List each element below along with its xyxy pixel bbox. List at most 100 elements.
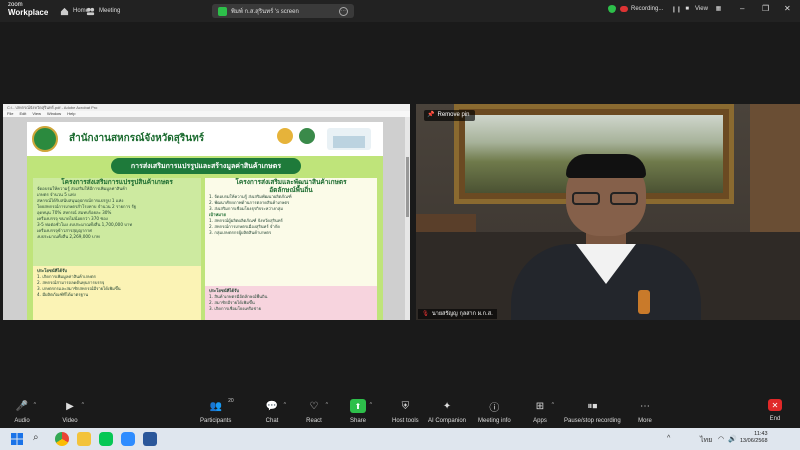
end-call-icon: ✕ <box>768 399 782 411</box>
search-icon[interactable]: ⌕ <box>33 432 39 443</box>
audio-label: Audio <box>14 418 30 424</box>
tray-chevron-icon[interactable]: ^ <box>667 435 670 442</box>
ai-companion-button[interactable]: ✦ AI Companion <box>428 399 467 425</box>
minimize-icon[interactable]: – <box>740 4 744 13</box>
share-screen-icon: ⬆ ^ <box>350 399 372 413</box>
participants-count: 20 <box>228 398 234 404</box>
react-caret-icon[interactable]: ^ <box>326 402 328 408</box>
react-button[interactable]: ♡ ^ React <box>306 399 328 425</box>
more-label: More <box>638 418 652 424</box>
participant-video-tile[interactable]: 📌 Remove pin 🎙 นายสรัญญ กุลสาก ผ.ก.ส. <box>416 104 800 320</box>
view-grid-icon: ▦ <box>715 6 722 12</box>
chrome-icon[interactable] <box>55 432 69 446</box>
meeting-icon <box>86 7 95 15</box>
audio-button[interactable]: 🎤 ^ Audio <box>14 399 36 425</box>
home-icon <box>60 7 69 15</box>
participants-icon: 👥 20 <box>209 398 234 412</box>
line-app-icon[interactable] <box>99 432 113 446</box>
host-tools-label: Host tools <box>392 418 419 424</box>
right-target: 3. กลุ่มเกษตรกรผู้ผลิตสินค้าเกษตร <box>209 230 272 235</box>
clock-time: 11:43 <box>754 431 768 437</box>
view-button[interactable]: View ▦ <box>695 5 721 12</box>
more-options-icon[interactable]: ⋯ <box>338 6 348 16</box>
recording-status[interactable]: Recording... ❙❙ ■ <box>608 5 689 13</box>
share-caret-icon[interactable]: ^ <box>370 402 372 408</box>
file-explorer-icon[interactable] <box>77 432 91 446</box>
tab-meeting[interactable]: Meeting <box>86 4 120 18</box>
volume-icon[interactable]: 🔊 <box>728 435 737 443</box>
pdf-viewport[interactable]: สำนักงานสหกรณ์จังหวัดสุรินทร์ การส่งเสริ… <box>3 117 410 320</box>
react-label: React <box>306 418 322 424</box>
recording-stop-icon[interactable]: ■ <box>685 6 689 12</box>
remove-pin-label: Remove pin <box>437 112 470 118</box>
maximize-icon[interactable]: ❐ <box>762 4 769 13</box>
more-button[interactable]: ⋯ More <box>637 399 653 425</box>
heart-icon: ♡ ^ <box>309 400 328 412</box>
chat-caret-icon[interactable]: ^ <box>284 402 286 408</box>
end-button[interactable]: ✕ End <box>768 399 782 422</box>
meeting-info-label: Meeting info <box>478 418 511 424</box>
chat-icon: 💬 ^ <box>265 400 286 412</box>
chat-button[interactable]: 💬 ^ Chat <box>264 399 286 425</box>
emblem-icon <box>277 128 293 144</box>
language-indicator[interactable]: ไทย <box>700 435 712 446</box>
share-button[interactable]: ⬆ ^ Share <box>350 399 372 424</box>
view-label: View <box>695 6 708 12</box>
zoom-logo: zoom Workplace <box>8 2 48 17</box>
screen-share-icon <box>218 6 227 16</box>
zoom-window: zoom Workplace Home Meeting พิมพ์ ก.ส.สุ… <box>0 0 800 450</box>
host-tools-button[interactable]: ⛨ Host tools <box>392 399 419 425</box>
clock-date: 13/06/2568 <box>740 438 768 444</box>
right-benefit: 3. เกิดการเชื่อมโยงเครือข่าย <box>209 306 262 311</box>
close-icon[interactable]: ✕ <box>784 4 791 13</box>
page-header: สำนักงานสหกรณ์จังหวัดสุรินทร์ <box>27 122 383 156</box>
right-heading: โครงการส่งเสริมและพัฒนาสินค้าเกษตร <box>235 178 347 186</box>
shield-icon: ⛨ <box>401 400 410 412</box>
audio-caret-icon[interactable]: ^ <box>34 402 36 408</box>
pdf-scrollbar[interactable] <box>405 117 410 320</box>
end-label: End <box>769 416 781 422</box>
left-line: งบประมาณทั้งสิ้น 2,269,000 บาท <box>37 234 100 239</box>
apps-icon: ⊞ ^ <box>535 400 554 412</box>
pdf-page: สำนักงานสหกรณ์จังหวัดสุรินทร์ การส่งเสริ… <box>27 122 383 320</box>
tab-screen-share[interactable]: พิมพ์ ก.ส.สุรินทร์ 's screen ⋯ <box>212 4 354 18</box>
info-icon: ⓘ <box>489 402 500 414</box>
chat-label: Chat <box>265 418 279 424</box>
apps-button[interactable]: ⊞ ^ Apps <box>532 399 554 425</box>
org-title: สำนักงานสหกรณ์จังหวัดสุรินทร์ <box>69 133 205 144</box>
tab-home[interactable]: Home <box>60 4 89 18</box>
pause-stop-recording-button[interactable]: ⏸⏹ Pause/stop recording <box>564 399 621 425</box>
shared-screen[interactable]: C:\...\สหกรณ์จังหวัดสุรินทร์.pdf - Adobe… <box>3 104 410 320</box>
tab-meeting-label: Meeting <box>99 8 121 14</box>
meeting-info-button[interactable]: ⓘ Meeting info <box>478 399 511 425</box>
zoom-app-icon[interactable] <box>121 432 135 446</box>
video-caret-icon[interactable]: ^ <box>82 402 84 408</box>
system-clock[interactable]: 11:43 13/06/2568 <box>740 431 768 445</box>
pause-stop-label: Pause/stop recording <box>564 418 621 424</box>
pin-icon: 📌 <box>427 112 435 118</box>
right-subheading: อัตลักษณ์พื้นถิ่น <box>269 186 313 194</box>
jacket-badge <box>638 290 650 314</box>
share-label: Share <box>350 418 367 424</box>
pdf-window-title: C:\...\สหกรณ์จังหวัดสุรินทร์.pdf - Adobe… <box>3 104 410 111</box>
left-heading: โครงการส่งเสริมการแปรรูปสินค้าเกษตร <box>61 178 173 186</box>
ai-companion-label: AI Companion <box>428 418 467 424</box>
security-shield-icon <box>608 5 616 13</box>
video-label: Video <box>62 418 78 424</box>
video-button[interactable]: ▶ ^ Video <box>62 399 84 425</box>
participants-label: Participants <box>200 418 232 424</box>
title-bar: zoom Workplace Home Meeting พิมพ์ ก.ส.สุ… <box>0 0 800 22</box>
participant-name: นายสรัญญ กุลสาก ผ.ก.ส. <box>431 311 493 317</box>
left-benefit: 4. มีผลิตภัณฑ์ที่ได้มาตรฐาน <box>37 292 89 297</box>
word-icon[interactable] <box>143 432 157 446</box>
windows-start-icon[interactable] <box>10 432 24 446</box>
right-benefits-box: ประโยชน์ที่ได้รับ 1. สินค้าเกษตรมีอัตลัก… <box>205 286 377 320</box>
remove-pin-button[interactable]: 📌 Remove pin <box>424 110 475 121</box>
recording-pause-icon[interactable]: ❙❙ <box>671 6 681 13</box>
wifi-icon[interactable]: ◠ <box>718 435 724 443</box>
pdf-scroll-thumb[interactable] <box>406 157 409 217</box>
more-icon: ⋯ <box>640 400 650 412</box>
participants-button[interactable]: 👥 20 Participants <box>200 398 234 424</box>
building-image <box>327 128 371 150</box>
apps-caret-icon[interactable]: ^ <box>552 402 554 408</box>
